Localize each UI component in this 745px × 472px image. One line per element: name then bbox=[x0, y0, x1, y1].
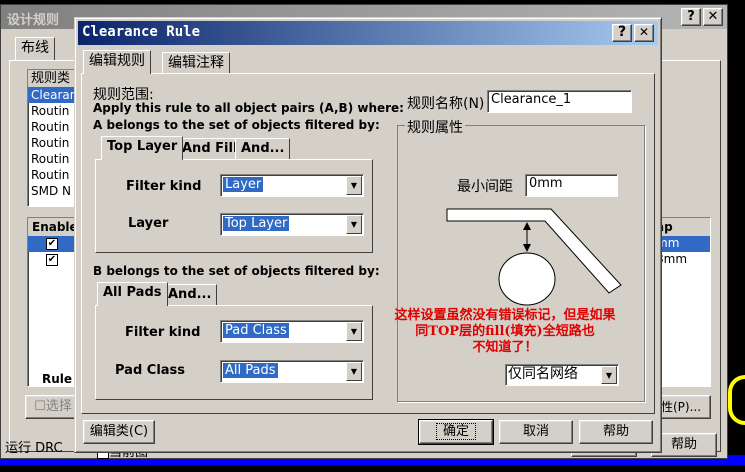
net-scope-value: 仅同名网络 bbox=[508, 366, 578, 382]
b-filter-kind-label: Filter kind bbox=[125, 325, 201, 340]
dialog-title: Clearance Rule bbox=[82, 24, 201, 40]
a-layer-value: Top Layer bbox=[223, 216, 290, 231]
rule-label: Rule bbox=[42, 372, 73, 386]
run-drc-label[interactable]: 运行 DRC bbox=[5, 437, 63, 456]
select-button-label: 选择 bbox=[45, 399, 72, 414]
annotation-line: 同TOP层的fill(填充)全短路也 bbox=[415, 324, 595, 339]
scope-apply-text: Apply this rule to all object pairs (A,B… bbox=[93, 101, 404, 115]
chevron-down-icon[interactable]: ▼ bbox=[346, 362, 362, 381]
scope-b-text: B belongs to the set of objects filtered… bbox=[93, 264, 380, 278]
tab-all-pads[interactable]: All Pads bbox=[97, 282, 168, 306]
ok-button-label: 确定 bbox=[435, 423, 476, 440]
tab-edit-comment[interactable]: 编辑注释 bbox=[162, 52, 230, 74]
b-pad-class-value: All Pads bbox=[223, 363, 278, 378]
b-pad-class-label: Pad Class bbox=[115, 363, 186, 378]
rule-properties-label: 规则属性 bbox=[405, 117, 465, 137]
enable-checkbox[interactable]: ✔ bbox=[46, 254, 58, 266]
rule-name-input[interactable]: Clearance_1 bbox=[487, 90, 632, 113]
tab-and-fill[interactable]: And Fill bbox=[176, 138, 244, 160]
b-filter-kind-select[interactable]: Pad Class ▼ bbox=[220, 320, 364, 343]
ok-button[interactable]: 确定 bbox=[418, 419, 494, 445]
tab-top-layer[interactable]: Top Layer bbox=[101, 136, 184, 160]
clearance-illustration bbox=[446, 208, 622, 306]
arrow-down-icon bbox=[523, 244, 531, 252]
help-icon[interactable]: ? bbox=[612, 24, 632, 42]
pcb-trace-yellow bbox=[728, 375, 745, 425]
tab-and-more-b[interactable]: And... bbox=[162, 284, 218, 306]
annotation-text: 这样设置虽然没有错误标记，但是如果 同TOP层的fill(填充)全短路也 不知道… bbox=[355, 308, 655, 356]
chevron-down-icon[interactable]: ▼ bbox=[346, 215, 362, 234]
a-filter-kind-label: Filter kind bbox=[126, 179, 202, 194]
annotation-line: 不知道了！ bbox=[472, 340, 538, 355]
tab-and-more-a[interactable]: And... bbox=[235, 138, 291, 160]
net-scope-select[interactable]: 仅同名网络 ▼ bbox=[505, 364, 619, 386]
a-filter-kind-value: Layer bbox=[223, 177, 264, 192]
tab-routing[interactable]: 布线 bbox=[15, 37, 55, 61]
clearance-rule-dialog: Clearance Rule ? ✕ 编辑规则 编辑注释 规则范围: Apply… bbox=[74, 17, 662, 453]
rule-name-label: 规则名称(N) bbox=[407, 96, 485, 112]
cancel-button[interactable]: 取消 bbox=[499, 420, 573, 444]
enable-checkbox[interactable]: ✔ bbox=[46, 238, 58, 250]
bg-help-icon[interactable]: ? bbox=[681, 8, 701, 26]
bg-close-icon[interactable]: ✕ bbox=[703, 8, 723, 26]
help-button[interactable]: 帮助 bbox=[579, 420, 653, 444]
pad-shape bbox=[498, 252, 556, 306]
a-layer-select[interactable]: Top Layer ▼ bbox=[220, 213, 364, 236]
edit-class-button[interactable]: 编辑类(C) bbox=[83, 420, 155, 444]
a-filter-kind-select[interactable]: Layer ▼ bbox=[220, 174, 364, 197]
close-icon[interactable]: ✕ bbox=[634, 24, 654, 42]
chevron-down-icon[interactable]: ▼ bbox=[601, 366, 617, 384]
arrow-up-icon bbox=[523, 222, 531, 230]
dialog-titlebar: Clearance Rule ? ✕ bbox=[78, 21, 658, 45]
design-rules-title: 设计规则 bbox=[7, 13, 60, 28]
b-pad-class-select[interactable]: All Pads ▼ bbox=[220, 360, 364, 383]
a-layer-label: Layer bbox=[128, 216, 169, 231]
annotation-line: 这样设置虽然没有错误标记，但是如果 bbox=[394, 308, 616, 323]
chevron-down-icon[interactable]: ▼ bbox=[346, 176, 362, 195]
tab-edit-rule[interactable]: 编辑规则 bbox=[83, 50, 151, 74]
select-button[interactable]: ☐选择 bbox=[25, 395, 81, 419]
scope-a-text: A belongs to the set of objects filtered… bbox=[93, 118, 380, 132]
b-filter-kind-value: Pad Class bbox=[223, 323, 289, 338]
